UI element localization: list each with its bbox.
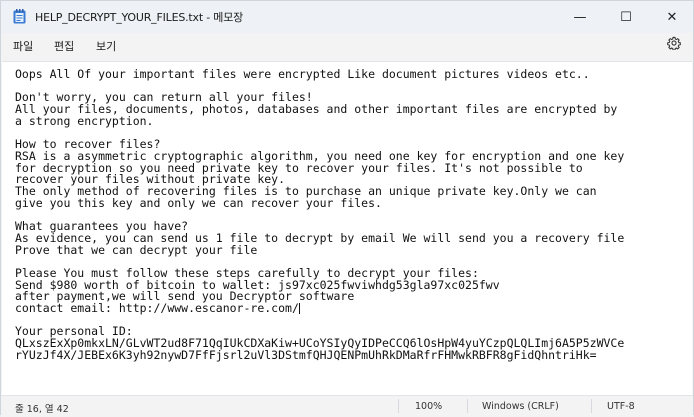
menu-edit[interactable]: 편집 (54, 38, 74, 54)
minimize-icon: — (573, 9, 587, 25)
menu-view[interactable]: 보기 (96, 38, 116, 54)
notepad-icon (13, 9, 26, 24)
text-line: Oops All Of your important files were en… (15, 67, 590, 81)
menu-bar: 파일 편집 보기 (1, 33, 693, 57)
text-line: give you this key and only we can recove… (15, 195, 382, 210)
window-title: HELP_DECRYPT_YOUR_FILES.txt - 메모장 (35, 11, 244, 24)
status-divider (467, 399, 468, 413)
close-icon: ✕ (666, 9, 678, 25)
cursor-position: 줄 16, 열 42 (15, 404, 69, 415)
status-divider (398, 399, 399, 413)
maximize-icon: ☐ (620, 9, 632, 25)
maximize-button[interactable]: ☐ (603, 1, 649, 33)
text-editor[interactable]: Oops All Of your important files were en… (2, 61, 692, 396)
close-button[interactable]: ✕ (649, 1, 694, 33)
title-bar[interactable]: HELP_DECRYPT_YOUR_FILES.txt - 메모장 — ☐ ✕ (1, 1, 693, 33)
status-bar: 줄 16, 열 42 100% Windows (CRLF) UTF-8 (1, 395, 693, 417)
text-line: rYUzJf4X/JEBEx6K3yh92nywD7FfFjsrl2uVl3DS… (15, 347, 597, 362)
document-text[interactable]: Oops All Of your important files were en… (15, 67, 624, 362)
gear-icon[interactable] (667, 36, 681, 50)
line-ending: Windows (CRLF) (482, 401, 559, 412)
minimize-button[interactable]: — (557, 1, 603, 33)
zoom-level: 100% (415, 401, 443, 412)
text-line: contact email: http://www.escanor-re.com… (15, 301, 300, 316)
text-line: Prove that we can decrypt your file (15, 242, 258, 257)
menu-file[interactable]: 파일 (13, 38, 33, 54)
text-line: a strong encryption. (15, 113, 154, 128)
status-divider (591, 399, 592, 413)
notepad-window: HELP_DECRYPT_YOUR_FILES.txt - 메모장 — ☐ ✕ … (0, 0, 694, 417)
text-caret (298, 303, 300, 315)
encoding: UTF-8 (607, 401, 635, 412)
